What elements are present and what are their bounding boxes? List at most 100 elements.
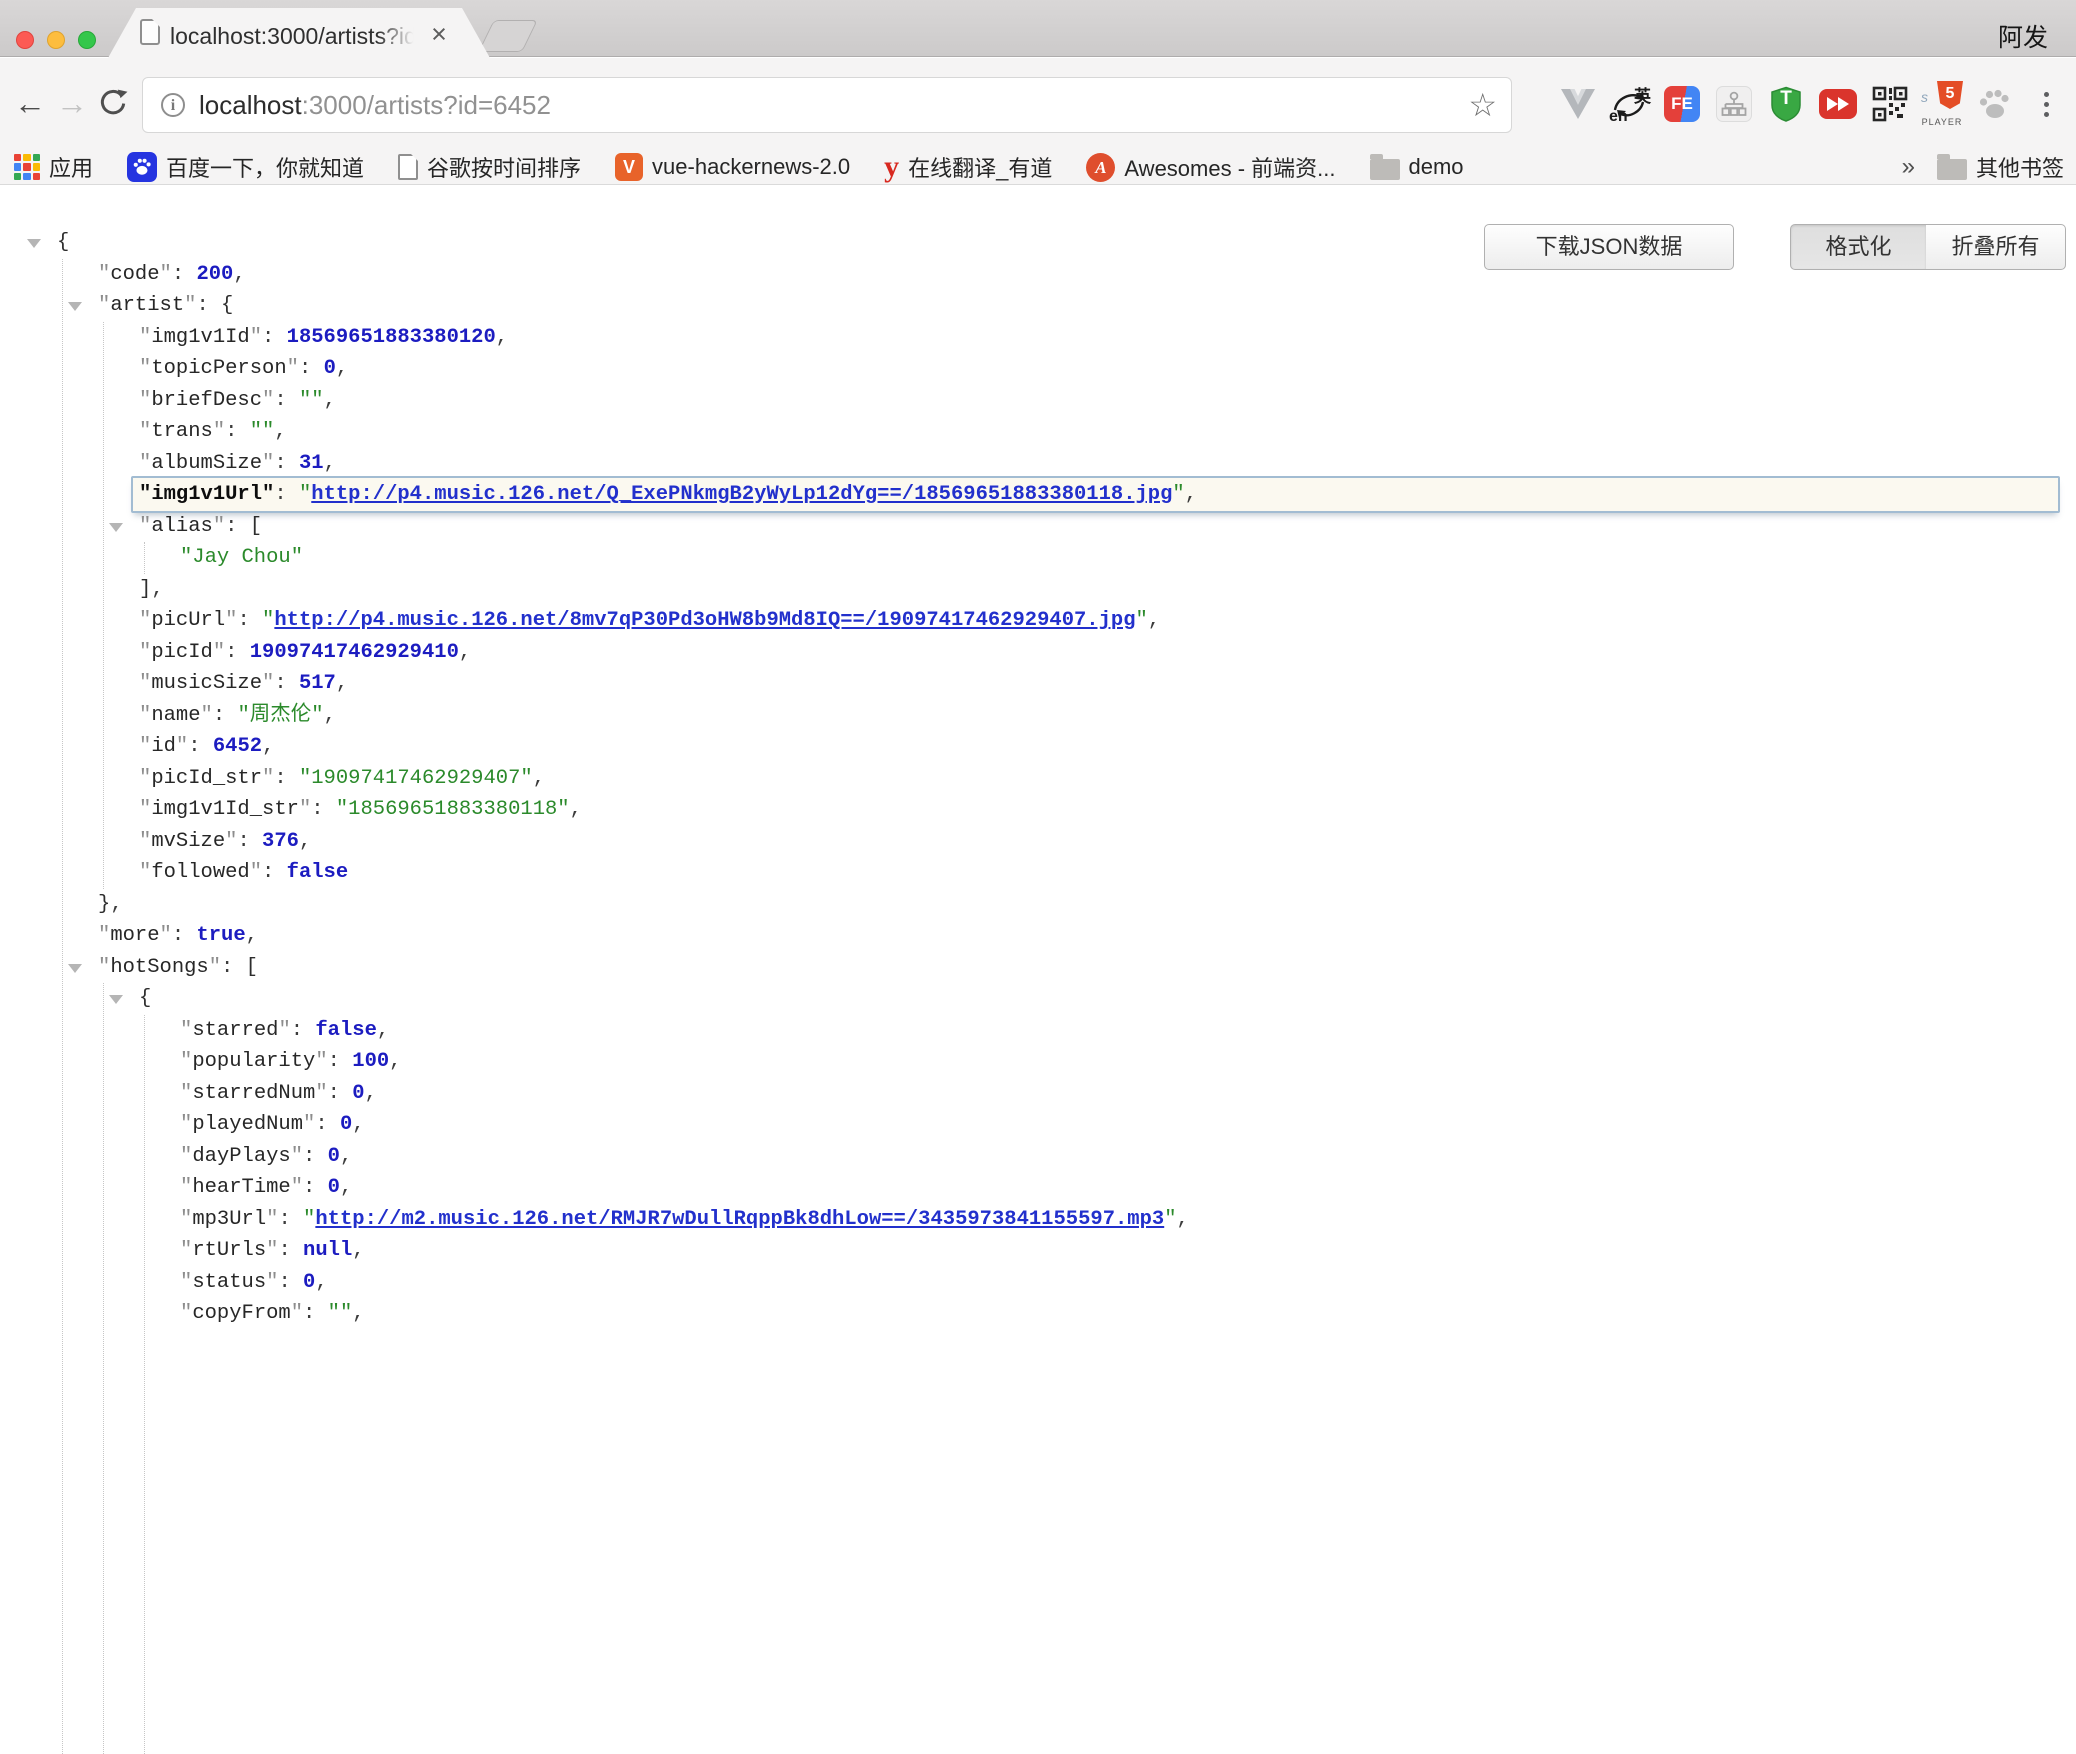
json-key: hearTime [192,1176,290,1199]
tab-close-button[interactable]: × [424,20,454,50]
bookmark-item-awesomes[interactable]: A Awesomes - 前端资... [1086,151,1335,183]
json-value: 19097417462929410 [250,641,459,664]
paw-icon[interactable] [1968,78,2020,130]
url-text[interactable]: localhost:3000/artists?id=6452 [199,89,551,121]
bookmark-star-icon[interactable]: ☆ [1468,86,1497,124]
json-comma: , [233,263,245,286]
translate-icon[interactable]: 英 en [1604,78,1656,130]
collapse-triangle[interactable] [27,239,41,248]
json-string: "18569651883380118" [336,798,570,821]
collapse-triangle[interactable] [68,302,82,311]
json-key: briefDesc [151,389,262,412]
json-value: 0 [328,1176,340,1199]
bookmark-item-baidu[interactable]: 百度一下，你就知道 [127,151,364,183]
json-colon: : [328,1050,353,1073]
new-tab-button[interactable] [478,20,538,52]
address-bar[interactable]: localhost:3000/artists?id=6452 ☆ [142,77,1512,133]
json-comma: , [1148,609,1160,632]
bookmark-item-apps[interactable]: 应用 [14,151,93,183]
json-line: "img1v1Url": "http://p4.music.126.net/Q_… [131,476,2060,513]
zoom-window-button[interactable] [78,31,96,49]
json-colon: : [225,420,250,443]
json-key: musicSize [151,672,262,695]
json-quote: " [180,1145,192,1168]
qr-code-icon[interactable] [1864,78,1916,130]
page-info-icon[interactable] [161,93,185,117]
json-key: trans [151,420,213,443]
json-quote: " [139,735,151,758]
traffic-lights [16,31,96,49]
json-line: { [0,227,2076,259]
json-quote: " [180,1113,192,1136]
json-comma: , [377,1019,389,1042]
json-quote: " [160,263,172,286]
json-line: ], [0,574,2076,606]
json-key: popularity [192,1050,315,1073]
json-line: "img1v1Id_str": "18569651883380118", [0,794,2076,826]
json-link[interactable]: http://m2.music.126.net/RMJR7wDullRqppBk… [315,1208,1164,1231]
json-line: "albumSize": 31, [0,448,2076,480]
json-link[interactable]: http://p4.music.126.net/8mv7qP30Pd3oHW8b… [274,609,1135,632]
browser-window: localhost:3000/artists?id=645 × 阿发 ← → l… [0,0,2076,1754]
json-comma: , [336,672,348,695]
json-quote: " [139,767,151,790]
json-key: img1v1Id [151,326,249,349]
json-colon: : [274,483,299,506]
json-quote: " [225,609,237,632]
active-tab[interactable]: localhost:3000/artists?id=645 × [108,8,490,58]
json-line: "img1v1Id": 18569651883380120, [0,322,2076,354]
collapse-triangle[interactable] [68,964,82,973]
collapse-triangle[interactable] [109,523,123,532]
json-value: true [196,924,245,947]
tampermonkey-icon[interactable]: T [1760,78,1812,130]
reload-button[interactable] [98,88,128,118]
json-colon: : [237,830,262,853]
json-colon: : [225,515,250,538]
json-line: "popularity": 100, [0,1046,2076,1078]
back-button[interactable]: ← [10,84,50,124]
bookmark-item-google-sort[interactable]: 谷歌按时间排序 [398,151,581,183]
minimize-window-button[interactable] [47,31,65,49]
json-quote: " [139,861,151,884]
fast-forward-icon[interactable] [1812,78,1864,130]
json-bracket: { [221,294,233,317]
json-key: img1v1Url [151,483,262,506]
json-comma: , [110,893,122,916]
json-quote: " [250,861,262,884]
bookmark-item-demo[interactable]: demo [1370,154,1464,180]
browser-menu-icon[interactable] [2020,78,2072,130]
json-comma: , [1177,1208,1189,1231]
json-comma: , [299,830,311,853]
json-comma: , [459,641,471,664]
json-line: "followed": false [0,857,2076,889]
collapse-triangle[interactable] [109,995,123,1004]
vue-v-icon: V [615,153,643,181]
fe-icon[interactable]: FE [1656,78,1708,130]
bookmark-item-vue-hackernews[interactable]: V vue-hackernews-2.0 [615,153,850,181]
sitemap-icon[interactable] [1708,78,1760,130]
close-window-button[interactable] [16,31,34,49]
json-line: "alias": [ [0,511,2076,543]
json-line: "more": true, [0,920,2076,952]
json-quote: " [287,357,299,380]
json-string: "" [299,389,324,412]
other-bookmarks[interactable]: 其他书签 [1937,151,2064,183]
json-quote: " [315,1050,327,1073]
bookmarks-overflow-chevron[interactable]: » [1902,153,1915,181]
profile-name[interactable]: 阿发 [1998,18,2048,54]
json-comma: , [336,357,348,380]
json-quote: " [213,515,225,538]
bookmark-item-youdao[interactable]: y 在线翻译_有道 [884,151,1052,183]
json-comma: , [533,767,545,790]
json-colon: : [278,1208,303,1231]
json-line: "Jay Chou" [0,542,2076,574]
json-colon: : [274,767,299,790]
json-link[interactable]: http://p4.music.126.net/Q_ExePNkmgB2yWyL… [311,483,1172,506]
json-value: 0 [324,357,336,380]
json-string: "周杰伦" [237,704,323,727]
json-quote: " [266,1239,278,1262]
vue-devtools-icon[interactable] [1552,78,1604,130]
html5-player-icon[interactable]: s 5 PLAYER [1916,78,1968,130]
json-line: "picId_str": "19097417462929407", [0,763,2076,795]
json-quote: " [180,1050,192,1073]
